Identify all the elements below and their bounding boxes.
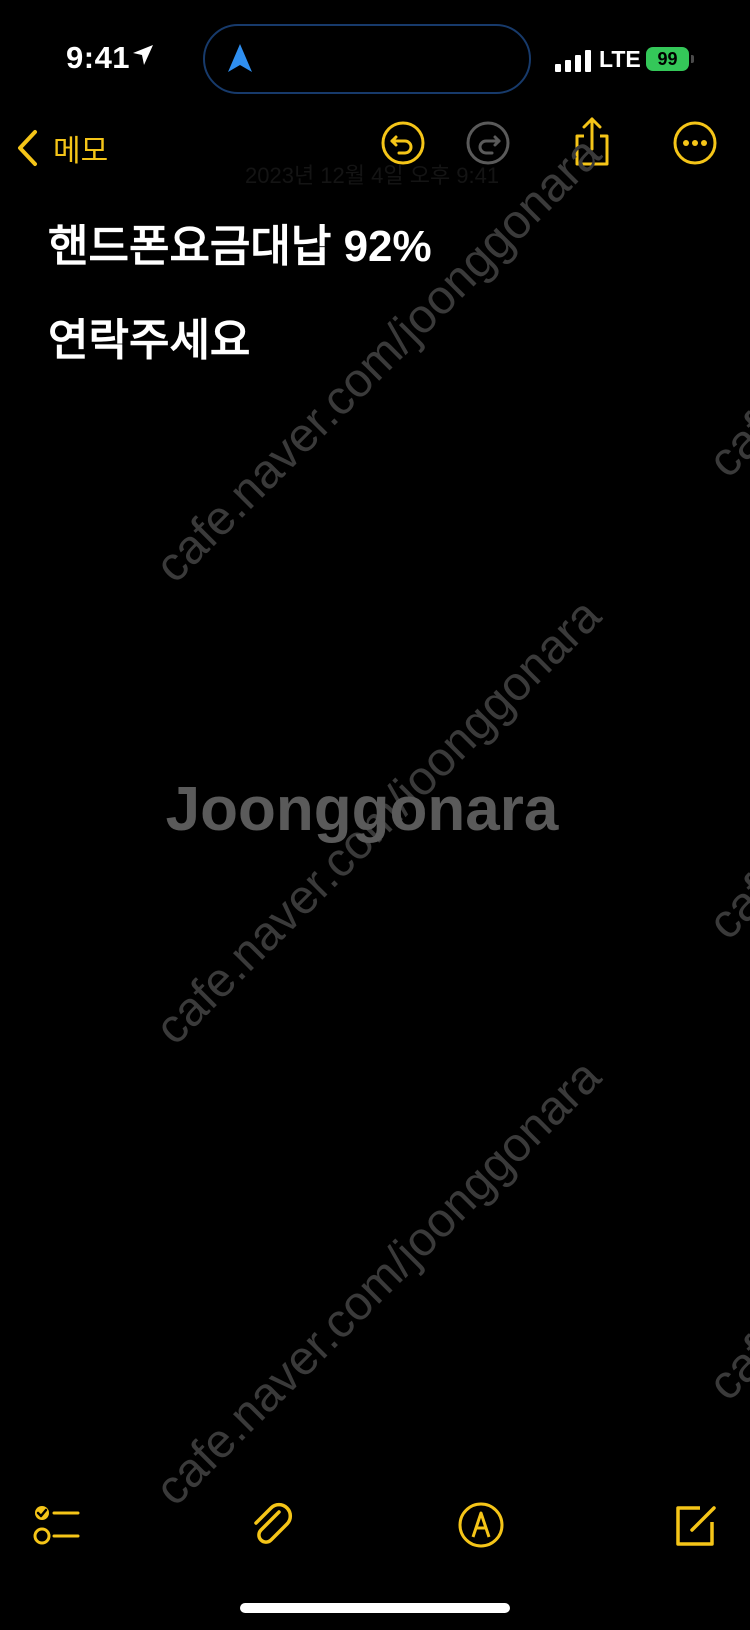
home-indicator[interactable]	[240, 1603, 510, 1613]
bottom-toolbar	[0, 1500, 750, 1560]
chevron-left-icon	[18, 130, 37, 166]
paperclip-icon[interactable]	[247, 1500, 297, 1550]
more-icon[interactable]	[672, 120, 718, 166]
note-date: 2023년 12월 4일 오후 9:41	[245, 163, 500, 188]
back-button[interactable]: 메모	[15, 126, 108, 170]
watermark-url: cafe.naver.com/joonggonara	[145, 589, 611, 1055]
navigation-icon	[228, 44, 252, 72]
dynamic-island	[203, 24, 531, 94]
note-line[interactable]: 연락주세요	[48, 294, 708, 388]
status-time: 9:41	[66, 40, 131, 75]
compose-icon[interactable]	[672, 1500, 722, 1550]
location-arrow-icon	[133, 45, 153, 65]
watermark-url: cafe.naver.com/joonggonara	[698, 945, 750, 1411]
checklist-icon[interactable]	[32, 1500, 82, 1550]
back-label: 메모	[53, 135, 109, 168]
battery-tip	[691, 55, 694, 63]
watermark-logo: Joonggonara	[166, 775, 559, 844]
battery-level: 99	[657, 49, 678, 69]
network-type: LTE	[599, 46, 641, 72]
watermark-url: cafe.naver.com/joonggonara	[145, 1050, 611, 1516]
status-bar: 9:41 LTE 99	[0, 0, 750, 120]
battery-icon: 99	[646, 47, 689, 71]
cellular-signal-icon	[555, 50, 591, 72]
watermark-url: cafe.naver.com/joonggonara	[698, 484, 750, 950]
note-line[interactable]: 핸드폰요금대납 92%	[48, 200, 708, 294]
note-body[interactable]: 핸드폰요금대납 92% 연락주세요	[48, 200, 708, 388]
share-icon[interactable]	[569, 116, 615, 168]
markup-pen-icon[interactable]	[456, 1500, 506, 1550]
